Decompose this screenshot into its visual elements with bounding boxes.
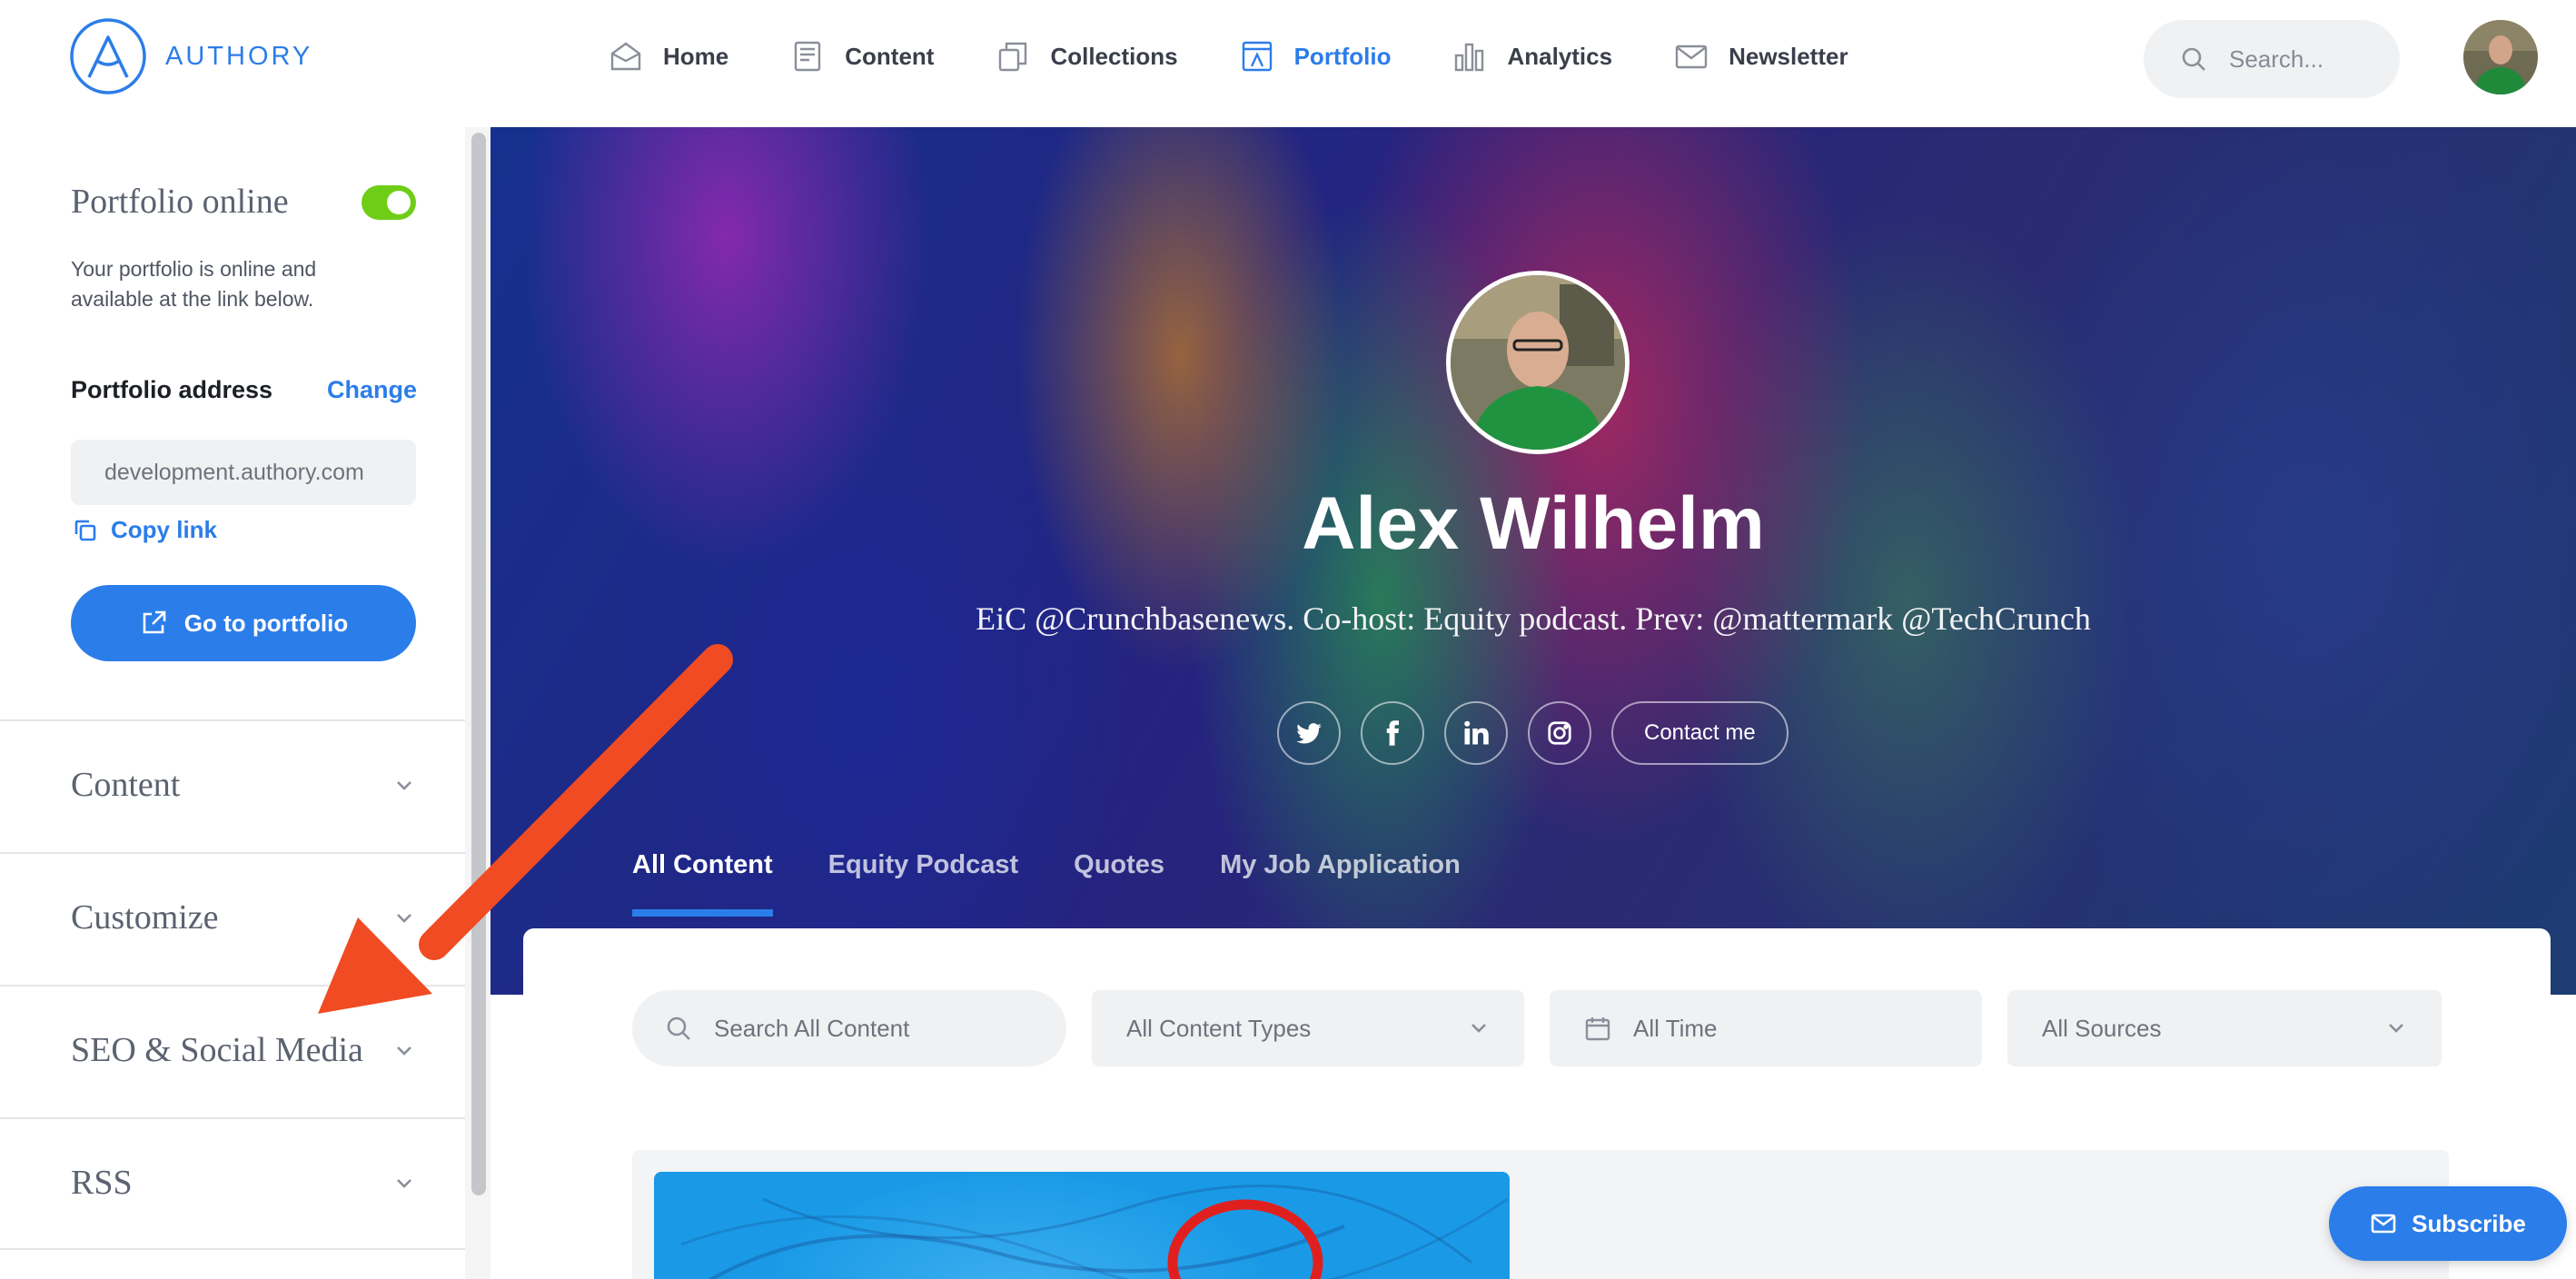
- profile-photo: [1451, 275, 1625, 450]
- nav-newsletter[interactable]: Newsletter: [1674, 39, 1848, 74]
- tab-quotes[interactable]: Quotes: [1074, 850, 1164, 917]
- chevron-down-icon: [397, 1046, 411, 1056]
- nav-portfolio[interactable]: Portfolio: [1240, 39, 1392, 74]
- time-range-filter[interactable]: All Time: [1550, 990, 1982, 1066]
- search-icon: [2182, 47, 2205, 71]
- mail-icon: [2371, 1214, 2396, 1234]
- nav-analytics-label: Analytics: [1507, 42, 1613, 70]
- social-links: Contact me: [1277, 701, 1788, 765]
- accordion-customize[interactable]: Customize: [0, 852, 465, 985]
- sources-dropdown[interactable]: All Sources: [2007, 990, 2442, 1066]
- tab-all-content[interactable]: All Content: [632, 850, 773, 917]
- content-search[interactable]: [632, 990, 1066, 1066]
- nav-home[interactable]: Home: [609, 39, 728, 74]
- accordion-content-label: Content: [71, 766, 181, 804]
- nav-content-label: Content: [845, 42, 935, 70]
- profile-avatar: [1446, 271, 1630, 454]
- user-avatar[interactable]: [2463, 20, 2538, 94]
- nav-home-label: Home: [663, 42, 729, 70]
- search-input[interactable]: [2229, 45, 2383, 74]
- nav-content[interactable]: Content: [790, 39, 934, 74]
- content-types-value: All Content Types: [1126, 1014, 1312, 1042]
- portfolio-icon: [1242, 41, 1272, 72]
- portfolio-online-description: Your portfolio is online and available a…: [71, 257, 317, 311]
- facebook-link[interactable]: [1361, 701, 1424, 765]
- copy-icon: [74, 520, 96, 540]
- calendar-icon: [1585, 1017, 1610, 1041]
- chevron-down-icon: [397, 914, 411, 923]
- instagram-link[interactable]: [1528, 701, 1591, 765]
- author-name: Alex Wilhelm: [1302, 482, 1765, 565]
- tab-my-job-application[interactable]: My Job Application: [1220, 850, 1461, 917]
- copy-link-button[interactable]: Copy link: [73, 516, 217, 544]
- nav-collections[interactable]: Collections: [996, 39, 1178, 74]
- accordion-content[interactable]: Content: [0, 719, 465, 852]
- portfolio-hero: Alex Wilhelm EiC @Crunchbasenews. Co-hos…: [490, 127, 2576, 995]
- accordion-rss[interactable]: RSS: [0, 1117, 465, 1250]
- accordion-seo-social-label: SEO & Social Media: [71, 1031, 363, 1069]
- subscribe-button[interactable]: Subscribe: [2329, 1186, 2567, 1261]
- linkedin-link[interactable]: [1444, 701, 1508, 765]
- portfolio-tabs: All Content Equity Podcast Quotes My Job…: [632, 850, 1516, 917]
- go-to-portfolio-button[interactable]: Go to portfolio: [71, 585, 416, 661]
- linkedin-icon: [1464, 720, 1489, 745]
- global-search[interactable]: [2144, 20, 2400, 98]
- main-nav: Home Content Collections Portfolio Analy…: [609, 27, 1910, 85]
- accordion-customize-label: Customize: [71, 898, 219, 937]
- search-icon: [667, 1016, 690, 1040]
- article-thumbnail[interactable]: [654, 1172, 1510, 1279]
- chevron-down-icon: [2389, 1024, 2403, 1033]
- nav-analytics[interactable]: Analytics: [1452, 39, 1612, 74]
- time-range-value: All Time: [1633, 1014, 1718, 1042]
- authory-logo-icon: [70, 18, 146, 94]
- user-avatar-photo: [2463, 20, 2538, 94]
- collections-icon: [999, 42, 1027, 72]
- content-types-dropdown[interactable]: All Content Types: [1092, 990, 1524, 1066]
- bar-chart-icon: [1455, 43, 1484, 72]
- portfolio-online-toggle[interactable]: [362, 185, 416, 220]
- change-address-link[interactable]: Change: [327, 376, 417, 404]
- tab-equity-podcast[interactable]: Equity Podcast: [828, 850, 1019, 917]
- facebook-icon: [1386, 720, 1399, 746]
- chevron-down-icon: [397, 1179, 411, 1188]
- portfolio-address-label: Portfolio address: [71, 376, 273, 403]
- twitter-link[interactable]: [1277, 701, 1341, 765]
- top-nav: AUTHORY Home Content Collections Portfol…: [0, 0, 2576, 127]
- accordion-seo-social[interactable]: SEO & Social Media: [0, 985, 465, 1117]
- mail-icon: [1675, 45, 1708, 69]
- chevron-down-icon: [1471, 1024, 1486, 1033]
- nav-newsletter-label: Newsletter: [1729, 42, 1848, 70]
- nav-collections-label: Collections: [1050, 42, 1178, 70]
- sources-value: All Sources: [2042, 1014, 2162, 1042]
- go-to-portfolio-label: Go to portfolio: [183, 609, 349, 637]
- nav-portfolio-label: Portfolio: [1293, 42, 1392, 70]
- sidebar-scrollbar[interactable]: [471, 133, 486, 1195]
- twitter-icon: [1296, 723, 1322, 744]
- author-bio: EiC @Crunchbasenews. Co-host: Equity pod…: [976, 600, 2091, 637]
- instagram-icon: [1548, 721, 1571, 745]
- document-icon: [795, 41, 821, 72]
- copy-link-label: Copy link: [111, 516, 218, 543]
- chevron-down-icon: [397, 781, 411, 790]
- portfolio-online-title: Portfolio online: [71, 183, 289, 221]
- brand-name: AUTHORY: [165, 41, 313, 71]
- home-icon: [610, 42, 641, 71]
- app-root: AUTHORY Home Content Collections Portfol…: [0, 0, 2576, 1279]
- accordion-rss-label: RSS: [71, 1164, 133, 1202]
- subscribe-label: Subscribe: [2412, 1209, 2526, 1237]
- portfolio-address-field[interactable]: [71, 440, 416, 505]
- contact-me-button[interactable]: Contact me: [1611, 701, 1788, 765]
- external-link-icon: [143, 610, 166, 634]
- article-thumbnail-image: [680, 1185, 1509, 1279]
- authory-logo[interactable]: AUTHORY: [69, 18, 312, 94]
- content-search-input[interactable]: [714, 1014, 1059, 1043]
